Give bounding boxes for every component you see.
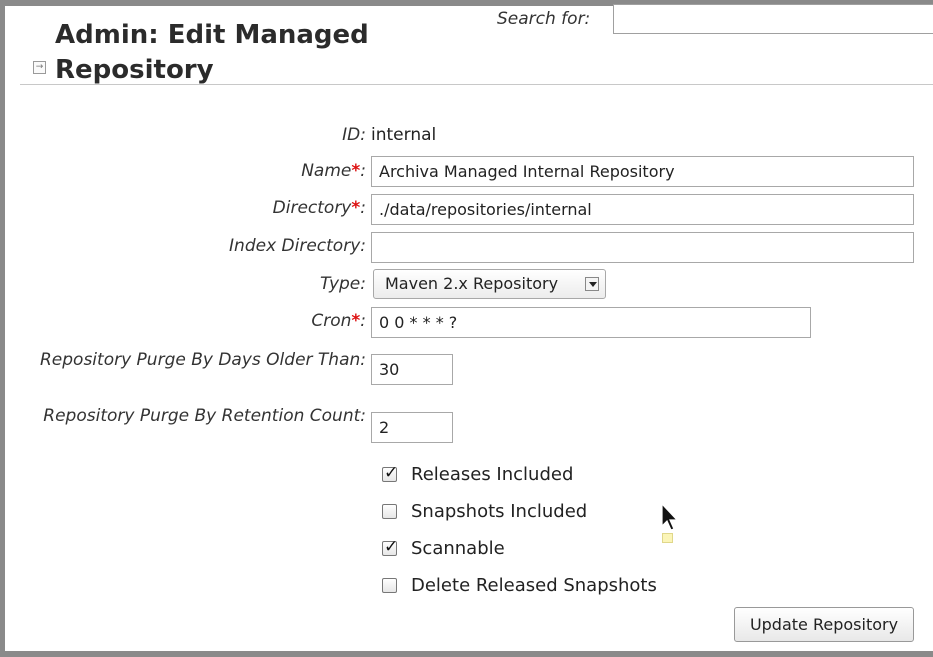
label-colon: : bbox=[360, 311, 366, 331]
cron-label: Cron*: bbox=[311, 311, 366, 331]
page-title: Admin: Edit Managed Repository bbox=[55, 20, 369, 85]
purge-count-input[interactable]: 2 bbox=[371, 412, 453, 443]
required-marker: * bbox=[351, 311, 361, 331]
purge-days-input[interactable]: 30 bbox=[371, 354, 453, 385]
id-label: ID: bbox=[342, 125, 366, 145]
index-directory-input[interactable] bbox=[371, 232, 914, 263]
id-value: internal bbox=[371, 125, 437, 145]
update-repository-button[interactable]: Update Repository bbox=[734, 607, 914, 642]
directory-input[interactable]: ./data/repositories/internal bbox=[371, 194, 914, 225]
header-divider bbox=[20, 84, 933, 85]
releases-included-checkbox[interactable]: ✓ bbox=[382, 463, 398, 483]
purge-count-label: Repository Purge By Retention Count: bbox=[43, 406, 366, 426]
type-select[interactable]: Maven 2.x Repository bbox=[373, 269, 606, 299]
label-colon: : bbox=[360, 198, 366, 218]
name-label-text: Name bbox=[301, 161, 352, 181]
index-directory-label: Index Directory: bbox=[229, 236, 366, 256]
delete-released-snapshots-checkbox[interactable] bbox=[382, 578, 397, 593]
search-label: Search for: bbox=[497, 9, 591, 29]
expand-arrow-icon[interactable]: → bbox=[33, 61, 46, 74]
label-colon: : bbox=[360, 161, 366, 181]
window-frame-bottom bbox=[0, 651, 933, 657]
checkbox-label: Snapshots Included bbox=[411, 501, 588, 522]
snapshots-included-checkbox[interactable] bbox=[382, 504, 397, 519]
required-marker: * bbox=[351, 198, 361, 218]
checkbox-label: Delete Released Snapshots bbox=[411, 575, 657, 596]
cron-label-text: Cron bbox=[311, 311, 352, 331]
checkbox-label: Releases Included bbox=[411, 464, 574, 485]
directory-label: Directory*: bbox=[273, 198, 366, 218]
purge-days-label: Repository Purge By Days Older Than: bbox=[39, 350, 366, 370]
search-input[interactable] bbox=[613, 4, 933, 34]
name-label: Name*: bbox=[301, 161, 366, 181]
checkmark-icon: ✓ bbox=[384, 537, 399, 557]
cron-input[interactable]: 0 0 * * * ? bbox=[371, 307, 811, 338]
type-select-value: Maven 2.x Repository bbox=[385, 274, 559, 293]
type-label: Type: bbox=[320, 274, 366, 294]
directory-label-text: Directory bbox=[272, 198, 352, 218]
checkmark-icon: ✓ bbox=[384, 463, 399, 483]
mouse-pointer-icon bbox=[661, 503, 679, 531]
name-input[interactable]: Archiva Managed Internal Repository bbox=[371, 156, 914, 187]
scannable-checkbox[interactable]: ✓ bbox=[382, 537, 398, 557]
required-marker: * bbox=[351, 161, 361, 181]
checkbox-label: Scannable bbox=[411, 538, 505, 559]
dropdown-arrow-icon bbox=[585, 277, 599, 291]
window-frame-left bbox=[0, 0, 5, 657]
tooltip-indicator bbox=[662, 533, 673, 543]
